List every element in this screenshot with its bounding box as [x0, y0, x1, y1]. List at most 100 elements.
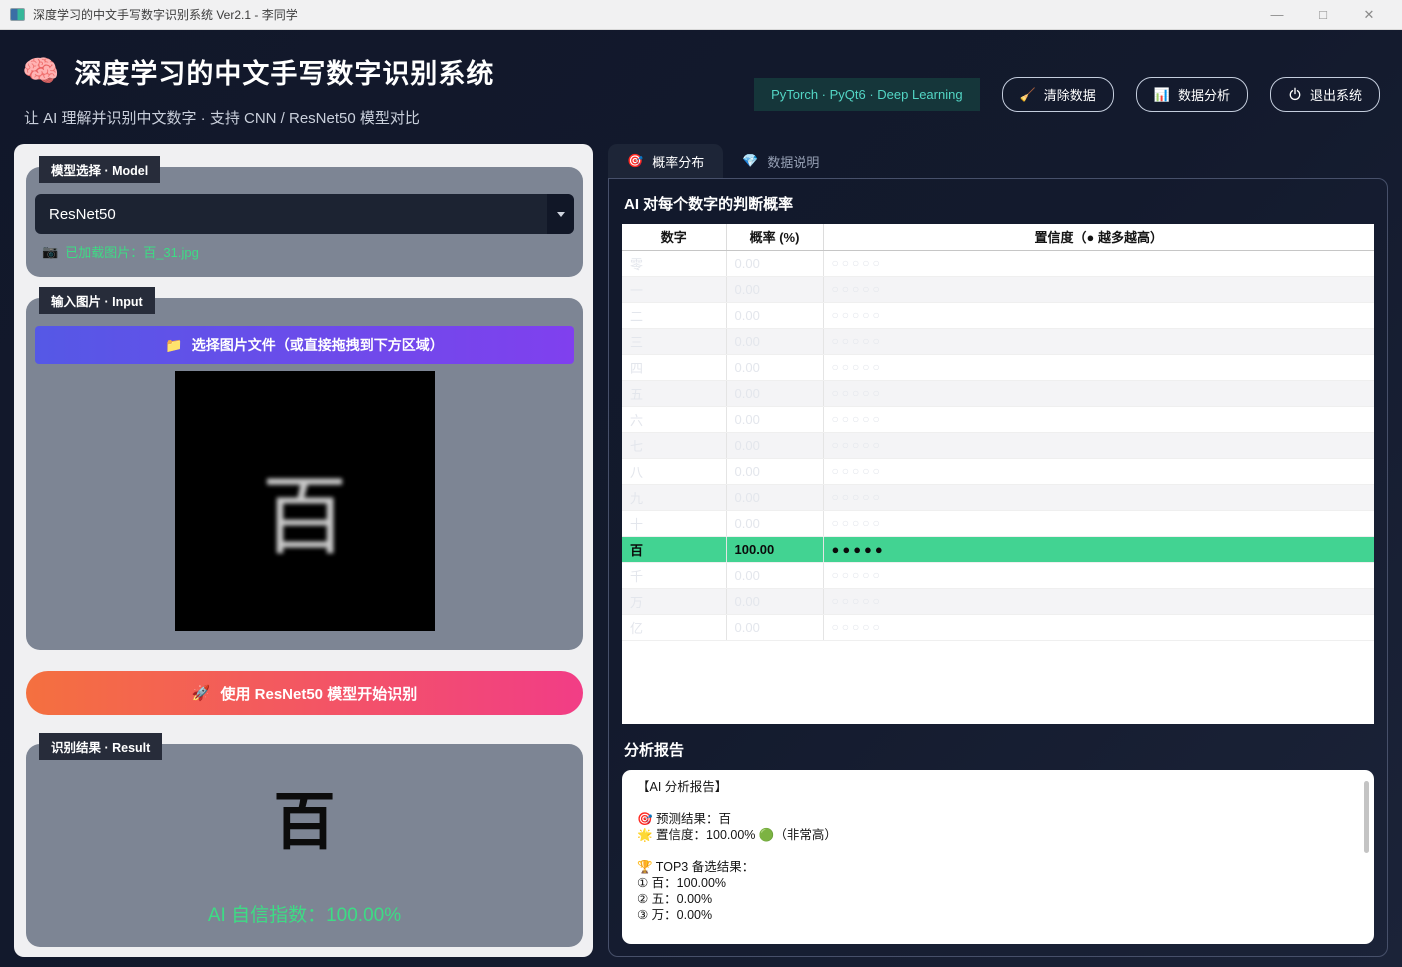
table-row[interactable]: 十0.00○○○○○ [622, 510, 1374, 536]
report-line: 【AI 分析报告】 [637, 779, 1359, 795]
analysis-report-box[interactable]: 【AI 分析报告】 🎯 预测结果：百🌟 置信度：100.00% 🟢（非常高） 🏆… [622, 770, 1374, 944]
digit-cell[interactable]: 七 [622, 432, 726, 458]
digit-cell[interactable]: 百 [622, 536, 726, 562]
digit-cell[interactable]: 千 [622, 562, 726, 588]
confidence-cell[interactable]: ○○○○○ [823, 250, 1374, 276]
digit-cell[interactable]: 万 [622, 588, 726, 614]
result-character: 百 [273, 792, 335, 854]
minimize-button[interactable]: — [1254, 1, 1300, 29]
chevron-down-icon [557, 212, 565, 217]
page-subtitle: 让 AI 理解并识别中文数字 · 支持 CNN / ResNet50 模型对比 [22, 107, 494, 128]
exit-system-button[interactable]: 退出系统 [1270, 77, 1380, 112]
confidence-cell[interactable]: ○○○○○ [823, 406, 1374, 432]
app-icon [10, 8, 25, 21]
digit-cell[interactable]: 三 [622, 328, 726, 354]
table-row[interactable]: 二0.00○○○○○ [622, 302, 1374, 328]
close-button[interactable]: ✕ [1346, 1, 1392, 29]
report-line: 🌟 置信度：100.00% 🟢（非常高） [637, 827, 1359, 843]
dropdown-arrow-zone[interactable] [547, 194, 574, 234]
confidence-cell[interactable]: ○○○○○ [823, 328, 1374, 354]
digit-cell[interactable]: 亿 [622, 614, 726, 640]
table-row[interactable]: 九0.00○○○○○ [622, 484, 1374, 510]
probability-cell[interactable]: 0.00 [726, 276, 823, 302]
model-select-group: 模型选择 · Model ResNet50 📷 已加载图片：百_31.jpg [26, 167, 583, 277]
confidence-cell[interactable]: ○○○○○ [823, 614, 1374, 640]
choose-file-button[interactable]: 📁 选择图片文件（或直接拖拽到下方区域） [35, 326, 574, 364]
table-row[interactable]: 一0.00○○○○○ [622, 276, 1374, 302]
handwritten-char: 百 [262, 446, 348, 571]
report-line [637, 843, 1359, 859]
tab-data-info[interactable]: 💎 数据说明 [723, 144, 838, 178]
report-line: ① 百：100.00% [637, 875, 1359, 891]
digit-cell[interactable]: 六 [622, 406, 726, 432]
table-row[interactable]: 六0.00○○○○○ [622, 406, 1374, 432]
table-row[interactable]: 四0.00○○○○○ [622, 354, 1374, 380]
probability-cell[interactable]: 0.00 [726, 484, 823, 510]
data-analysis-button[interactable]: 📊 数据分析 [1136, 77, 1248, 112]
digit-cell[interactable]: 五 [622, 380, 726, 406]
confidence-cell[interactable]: ○○○○○ [823, 588, 1374, 614]
confidence-cell[interactable]: ○○○○○ [823, 484, 1374, 510]
digit-cell[interactable]: 八 [622, 458, 726, 484]
confidence-cell[interactable]: ○○○○○ [823, 276, 1374, 302]
confidence-cell[interactable]: ○○○○○ [823, 562, 1374, 588]
table-row[interactable]: 万0.00○○○○○ [622, 588, 1374, 614]
probability-cell[interactable]: 0.00 [726, 328, 823, 354]
confidence-cell[interactable]: ○○○○○ [823, 510, 1374, 536]
probability-cell[interactable]: 0.00 [726, 302, 823, 328]
probability-cell[interactable]: 0.00 [726, 614, 823, 640]
probability-cell[interactable]: 0.00 [726, 432, 823, 458]
table-row[interactable]: 百100.00●●●●● [622, 536, 1374, 562]
report-scrollbar[interactable] [1364, 781, 1369, 853]
table-title: AI 对每个数字的判断概率 [624, 193, 1374, 214]
probability-cell[interactable]: 0.00 [726, 406, 823, 432]
digit-cell[interactable]: 一 [622, 276, 726, 302]
probability-cell[interactable]: 0.00 [726, 250, 823, 276]
table-row[interactable]: 三0.00○○○○○ [622, 328, 1374, 354]
digit-cell[interactable]: 十 [622, 510, 726, 536]
probability-cell[interactable]: 100.00 [726, 536, 823, 562]
probability-cell[interactable]: 0.00 [726, 354, 823, 380]
report-line: ③ 万：0.00% [637, 907, 1359, 923]
probability-cell[interactable]: 0.00 [726, 588, 823, 614]
confidence-cell[interactable]: ○○○○○ [823, 380, 1374, 406]
digit-cell[interactable]: 四 [622, 354, 726, 380]
confidence-text: AI 自信指数：100.00% [208, 900, 401, 927]
clear-data-button[interactable]: 🧹 清除数据 [1002, 77, 1114, 112]
maximize-button[interactable]: □ [1300, 1, 1346, 29]
probability-cell[interactable]: 0.00 [726, 458, 823, 484]
confidence-cell[interactable]: ○○○○○ [823, 354, 1374, 380]
table-row[interactable]: 亿0.00○○○○○ [622, 614, 1374, 640]
confidence-cell[interactable]: ○○○○○ [823, 302, 1374, 328]
table-row[interactable]: 零0.00○○○○○ [622, 250, 1374, 276]
rocket-icon: 🚀 [192, 684, 211, 702]
recognize-button[interactable]: 🚀 使用 ResNet50 模型开始识别 [26, 671, 583, 715]
report-line [637, 795, 1359, 811]
confidence-cell[interactable]: ○○○○○ [823, 458, 1374, 484]
table-row[interactable]: 千0.00○○○○○ [622, 562, 1374, 588]
probability-cell[interactable]: 0.00 [726, 380, 823, 406]
brain-icon: 🧠 [22, 57, 59, 87]
model-dropdown[interactable]: ResNet50 [35, 194, 574, 234]
table-row[interactable]: 五0.00○○○○○ [622, 380, 1374, 406]
confidence-cell[interactable]: ●●●●● [823, 536, 1374, 562]
broom-icon: 🧹 [1020, 88, 1036, 101]
digit-cell[interactable]: 零 [622, 250, 726, 276]
col-probability: 概率 (%) [726, 224, 823, 250]
input-image-preview[interactable]: 百 [175, 371, 435, 631]
probability-cell[interactable]: 0.00 [726, 510, 823, 536]
col-confidence: 置信度（● 越多越高） [823, 224, 1374, 250]
table-row[interactable]: 八0.00○○○○○ [622, 458, 1374, 484]
table-row[interactable]: 七0.00○○○○○ [622, 432, 1374, 458]
diamond-icon: 💎 [742, 153, 758, 169]
model-dropdown-value: ResNet50 [49, 206, 116, 223]
tab-probability[interactable]: 🎯 概率分布 [608, 144, 723, 178]
probability-cell[interactable]: 0.00 [726, 562, 823, 588]
report-line: 🏆 TOP3 备选结果： [637, 859, 1359, 875]
page-title: 深度学习的中文手写数字识别系统 [74, 52, 494, 91]
probability-tab-pane: AI 对每个数字的判断概率 数字 概率 (%) 置信度（● 越多越高） 零0.0… [608, 178, 1388, 957]
digit-cell[interactable]: 二 [622, 302, 726, 328]
confidence-cell[interactable]: ○○○○○ [823, 432, 1374, 458]
digit-cell[interactable]: 九 [622, 484, 726, 510]
table-header-row: 数字 概率 (%) 置信度（● 越多越高） [622, 224, 1374, 250]
